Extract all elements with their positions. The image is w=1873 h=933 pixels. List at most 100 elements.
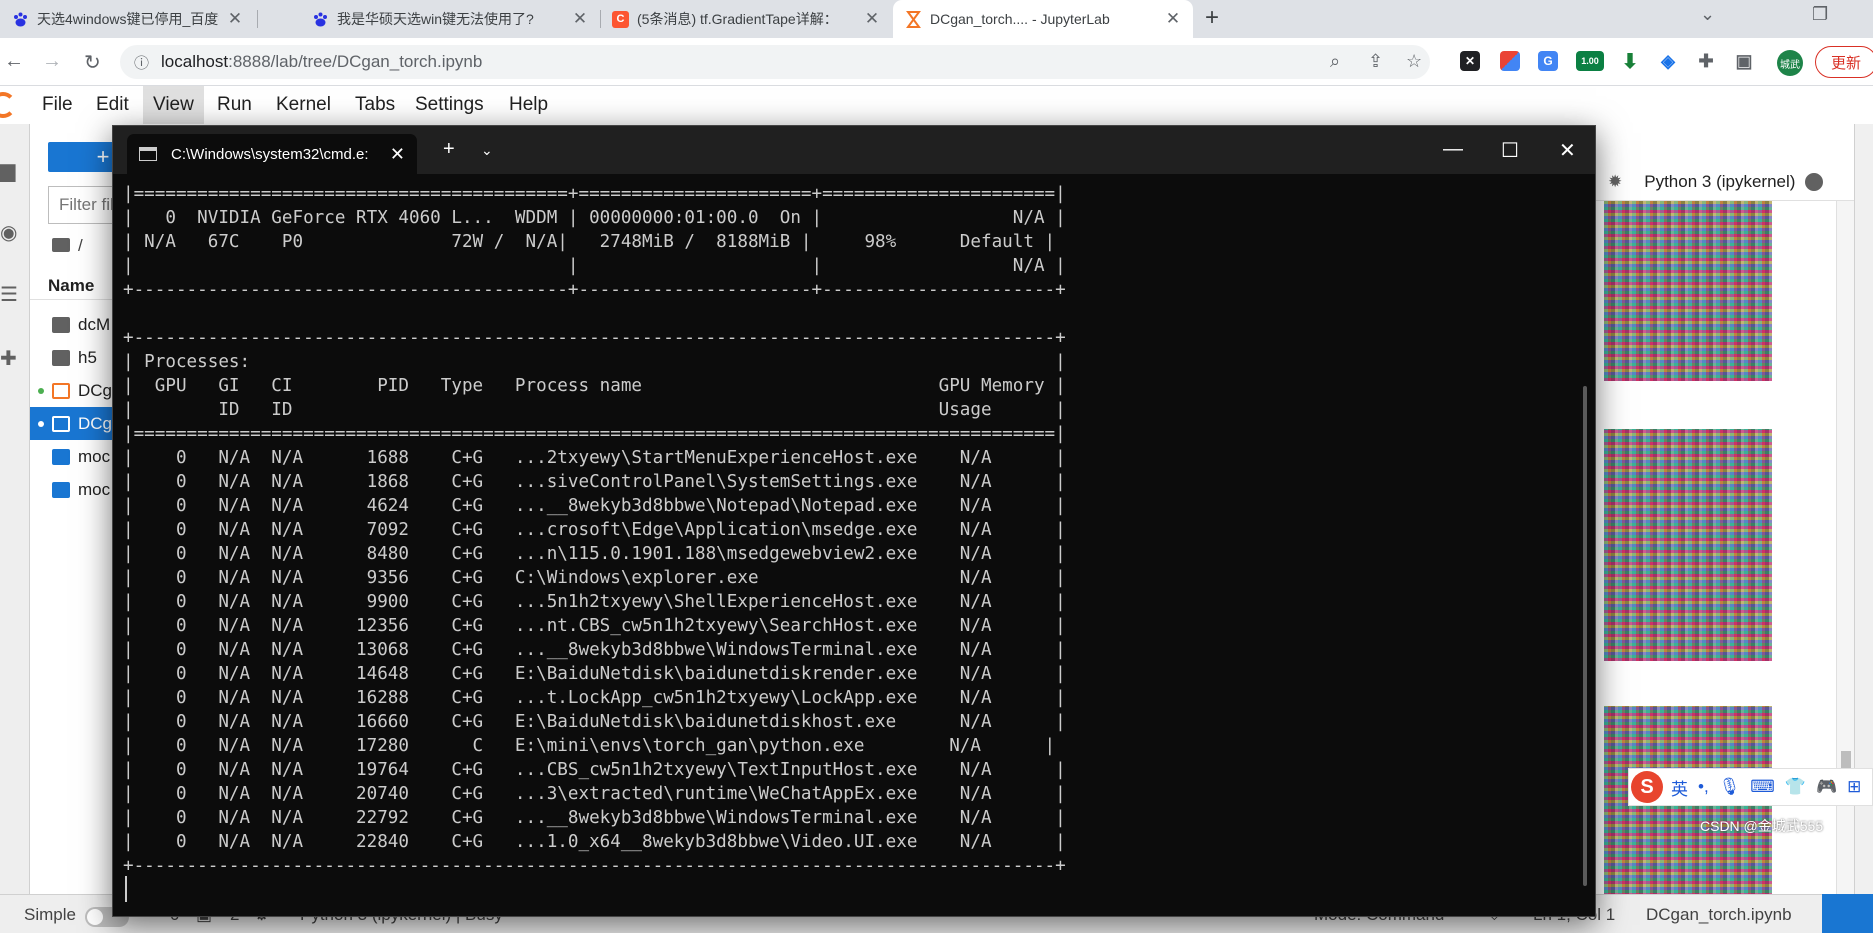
terminal-line: +---------------------------------------…: [123, 856, 1066, 876]
file-name: dcM: [78, 314, 111, 334]
ime-mode[interactable]: 英: [1671, 775, 1688, 800]
new-terminal-tab-icon[interactable]: +: [443, 138, 455, 161]
file-name: moc: [78, 446, 111, 466]
microphone-icon[interactable]: 🎙: [1719, 777, 1741, 797]
extension-badge: 1.00: [1581, 56, 1599, 66]
browser-toolbar: ← → ↻ ⓘ localhost:8888/lab/tree/DCgan_to…: [0, 38, 1873, 86]
gamepad-icon[interactable]: 🎮: [1816, 777, 1837, 797]
maximize-icon[interactable]: ☐: [1501, 138, 1519, 163]
forward-arrow-icon[interactable]: →: [42, 50, 62, 73]
browser-tab-active[interactable]: DCgan_torch.... - JupyterLab ✕: [893, 0, 1193, 38]
notebook-icon: [52, 415, 70, 432]
jupyter-logo-icon: [0, 92, 16, 118]
address-bar[interactable]: ⓘ localhost:8888/lab/tree/DCgan_torch.ip…: [120, 45, 1430, 79]
translate-icon[interactable]: G: [1538, 51, 1558, 71]
bookmark-star-icon[interactable]: ☆: [1406, 51, 1422, 72]
menu-tabs[interactable]: Tabs: [345, 86, 405, 124]
new-tab-icon[interactable]: +: [1205, 4, 1219, 32]
menu-help[interactable]: Help: [499, 86, 558, 124]
image-file-icon: [52, 481, 70, 498]
menu-view[interactable]: View: [143, 86, 204, 124]
terminal-line: +---------------------------------------…: [123, 328, 1066, 348]
browser-tab-3[interactable]: C (5条消息) tf.GradientTape详解： ✕: [600, 0, 892, 38]
terminal-line: | 0 NVIDIA GeForce RTX 4060 L... WDDM | …: [123, 208, 1066, 228]
terminal-line: | Processes: |: [123, 352, 1066, 372]
breadcrumb[interactable]: /: [52, 236, 83, 256]
ime-toolbar[interactable]: S 英 •, 🎙 ⌨ 👕 🎮 ⊞: [1628, 768, 1873, 806]
terminal-line: | | | N/A |: [123, 256, 1066, 276]
close-icon[interactable]: ✕: [864, 9, 880, 29]
csdn-icon: C: [612, 10, 629, 28]
notification-badge[interactable]: [1822, 894, 1873, 933]
skin-shirt-icon[interactable]: 👕: [1785, 777, 1806, 797]
terminal-line: |=======================================…: [123, 184, 1066, 204]
debugger-bug-icon[interactable]: ✹: [1608, 172, 1622, 192]
folder-icon: [52, 316, 70, 333]
csdn-watermark: CSDN @金城武555: [1700, 818, 1824, 834]
info-icon[interactable]: ⓘ: [134, 52, 149, 73]
keyboard-icon[interactable]: ⌨: [1750, 777, 1775, 797]
update-button[interactable]: 更新: [1815, 46, 1873, 78]
chevron-down-icon[interactable]: ⌄: [1700, 4, 1715, 25]
terminal-line: +---------------------------------------…: [123, 280, 1066, 300]
folder-icon: [52, 349, 70, 366]
running-icon[interactable]: ◉: [0, 220, 17, 245]
extension-gem-icon[interactable]: ◈: [1658, 51, 1678, 71]
terminal-titlebar[interactable]: C:\Windows\system32\cmd.e: ✕ + ⌄ — ☐ ✕: [113, 126, 1595, 174]
file-name: DCg: [78, 413, 113, 433]
extension-manager-icon[interactable]: ✚: [0, 346, 17, 371]
close-icon[interactable]: ✕: [390, 144, 405, 165]
back-arrow-icon[interactable]: ←: [4, 50, 24, 73]
file-name: h5: [78, 347, 97, 367]
browser-tab-1[interactable]: 天选4windows键已停用_百度搜索 ✕: [0, 0, 255, 38]
toc-icon[interactable]: ☰: [0, 282, 18, 307]
image-file-icon: [52, 448, 70, 465]
tab-separator: [257, 10, 258, 28]
terminal-line: | 0 N/A N/A 17280 C E:\mini\envs\torch_g…: [123, 736, 1056, 756]
tab-title: (5条消息) tf.GradientTape详解：: [637, 11, 838, 27]
grid-menu-icon[interactable]: ⊞: [1847, 777, 1861, 797]
menubar: File Edit View Run Kernel Tabs Settings …: [0, 86, 1873, 124]
puzzle-icon[interactable]: ✚: [1696, 51, 1716, 71]
folder-icon[interactable]: ▆: [0, 158, 15, 183]
zoom-icon[interactable]: ⌕: [1330, 51, 1340, 72]
terminal-cursor: [125, 876, 127, 902]
menu-settings[interactable]: Settings: [405, 86, 494, 124]
terminal-scrollbar[interactable]: [1583, 386, 1587, 886]
terminal-tab[interactable]: C:\Windows\system32\cmd.e: ✕: [127, 134, 417, 174]
kernel-name[interactable]: Python 3 (ipykernel): [1644, 172, 1795, 192]
close-icon[interactable]: ✕: [227, 9, 243, 29]
menu-kernel[interactable]: Kernel: [266, 86, 341, 124]
terminal-line: | 0 N/A N/A 9356 C+G C:\Windows\explorer…: [123, 568, 1066, 588]
terminal-line: | 0 N/A N/A 4624 C+G ...__8wekyb3d8bbwe\…: [123, 496, 1066, 516]
ime-punct[interactable]: •,: [1698, 777, 1709, 797]
menu-file[interactable]: File: [32, 86, 83, 124]
url-host: localhost: [161, 52, 229, 71]
browser-tab-2[interactable]: 我是华硕天选win键无法使用了? ✕: [300, 0, 600, 38]
extension-speed-icon[interactable]: 1.00: [1576, 51, 1604, 71]
minimize-icon[interactable]: —: [1443, 138, 1463, 161]
reload-icon[interactable]: ↻: [84, 50, 101, 75]
url-path: :8888/lab/tree/DCgan_torch.ipynb: [228, 52, 483, 71]
avatar[interactable]: 城武: [1777, 50, 1803, 76]
close-window-icon[interactable]: ✕: [1559, 138, 1576, 163]
share-icon[interactable]: ⇪: [1368, 51, 1383, 72]
breadcrumb-root: /: [78, 236, 83, 255]
terminal-line: | 0 N/A N/A 22840 C+G ...1.0_x64__8wekyb…: [123, 832, 1066, 852]
terminal-output[interactable]: |=======================================…: [123, 184, 1573, 909]
menu-edit[interactable]: Edit: [86, 86, 139, 124]
extension-x-icon[interactable]: ✕: [1460, 51, 1480, 71]
terminal-line: | 0 N/A N/A 19764 C+G ...CBS_cw5n1h2txye…: [123, 760, 1066, 780]
chevron-down-icon[interactable]: ⌄: [481, 142, 493, 159]
terminal-line: | 0 N/A N/A 20740 C+G ...3\extracted\run…: [123, 784, 1066, 804]
close-icon[interactable]: ✕: [572, 9, 588, 29]
download-arrow-icon[interactable]: ⬇: [1620, 51, 1640, 73]
close-icon[interactable]: ✕: [1165, 9, 1181, 29]
terminal-line: | 0 N/A N/A 14648 C+G E:\BaiduNetdisk\ba…: [123, 664, 1066, 684]
status-filename: DCgan_torch.ipynb: [1646, 905, 1792, 924]
extension-color-icon[interactable]: [1500, 51, 1520, 71]
terminal-line: | 0 N/A N/A 16660 C+G E:\BaiduNetdisk\ba…: [123, 712, 1066, 732]
restore-window-icon[interactable]: ❐: [1812, 4, 1828, 25]
side-panel-icon[interactable]: ▣: [1734, 51, 1754, 71]
menu-run[interactable]: Run: [207, 86, 262, 124]
